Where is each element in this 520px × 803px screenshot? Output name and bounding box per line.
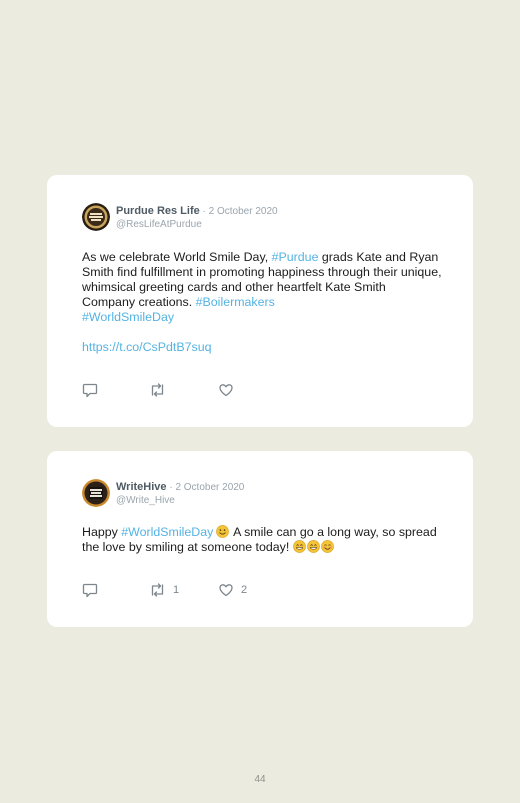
like-button[interactable]: 2 xyxy=(218,582,247,598)
tweet-header: Purdue Res Life · 2 October 2020 @ResLif… xyxy=(82,202,278,232)
author-handle[interactable]: @ResLifeAtPurdue xyxy=(116,218,278,231)
tweet-text: As we celebrate World Smile Day, #Purdue… xyxy=(82,250,442,325)
meta-separator: · xyxy=(199,206,209,217)
tweet-date[interactable]: 2 October 2020 xyxy=(209,206,278,217)
retweet-button[interactable] xyxy=(149,382,173,398)
grinning-face-emoji-icon xyxy=(306,540,320,553)
reply-button[interactable] xyxy=(82,582,98,598)
grinning-face-emoji-icon xyxy=(292,540,306,553)
page-number: 44 xyxy=(254,774,266,785)
author-handle[interactable]: @Write_Hive xyxy=(116,494,244,507)
hashtag-link[interactable]: #Purdue xyxy=(272,250,319,264)
reply-icon xyxy=(82,583,98,598)
tweet-text-segment: As we celebrate World Smile Day, xyxy=(82,250,272,264)
smiling-face-emoji-icon xyxy=(320,540,334,553)
retweet-icon xyxy=(151,383,164,397)
tweet-card: WriteHive · 2 October 2020 @Write_Hive H… xyxy=(47,451,473,627)
tweet-actions: 1 2 xyxy=(82,582,382,598)
author-name[interactable]: Purdue Res Life xyxy=(116,205,200,217)
slightly-smiling-emoji-icon xyxy=(216,525,230,538)
retweet-button[interactable]: 1 xyxy=(149,582,179,598)
avatar[interactable] xyxy=(82,203,110,231)
like-count: 2 xyxy=(241,584,248,596)
tweet-header: WriteHive · 2 October 2020 @Write_Hive xyxy=(82,478,244,508)
heart-icon xyxy=(219,584,233,597)
tweet-text-segment: Happy xyxy=(82,525,122,539)
avatar[interactable] xyxy=(82,479,110,507)
tweet-text: Happy #WorldSmileDay A smile can go a lo… xyxy=(82,525,442,555)
like-button[interactable] xyxy=(218,382,241,398)
tweet-url[interactable]: https://t.co/CsPdtB7suq xyxy=(82,340,211,354)
tweet-card: Purdue Res Life · 2 October 2020 @ResLif… xyxy=(47,175,473,427)
reply-icon xyxy=(82,383,98,398)
heart-icon xyxy=(219,384,233,397)
hashtag-link[interactable]: #Boilermakers xyxy=(196,295,275,309)
author-name[interactable]: WriteHive xyxy=(116,481,167,493)
retweet-count: 1 xyxy=(173,584,180,596)
hashtag-link[interactable]: #WorldSmileDay xyxy=(82,310,174,324)
reply-button[interactable] xyxy=(82,382,98,398)
tweet-date[interactable]: 2 October 2020 xyxy=(175,482,244,493)
retweet-icon xyxy=(151,583,164,597)
tweet-actions xyxy=(82,382,382,398)
hashtag-link[interactable]: #WorldSmileDay xyxy=(121,525,213,539)
